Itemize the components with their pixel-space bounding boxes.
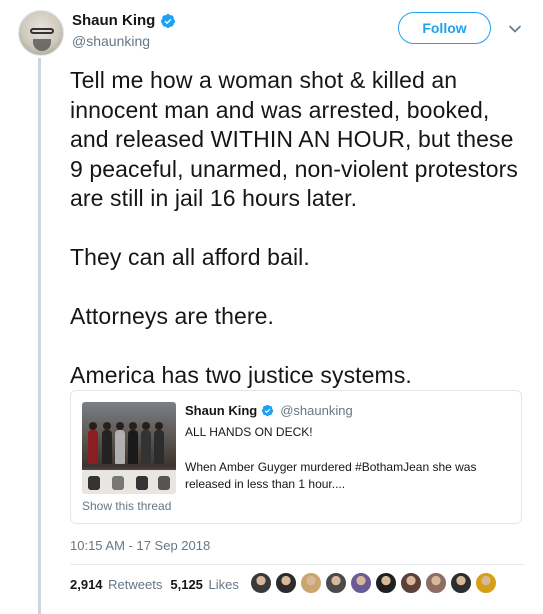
likes-count: 5,125 (170, 577, 203, 592)
show-thread-link[interactable]: Show this thread (82, 499, 171, 513)
liker-avatar[interactable] (250, 572, 272, 594)
photo-strip-figure (112, 476, 124, 490)
quoted-tweet-card[interactable]: Shaun King @shaunking ALL HANDS ON DECK!… (70, 390, 522, 524)
avatar-beard (33, 39, 51, 51)
liker-avatar[interactable] (275, 572, 297, 594)
liker-avatar[interactable] (375, 572, 397, 594)
quoted-tweet-line-2: When Amber Guyger murdered #BothamJean s… (185, 460, 477, 491)
verified-badge-icon (161, 13, 176, 28)
photo-strip-figure (136, 476, 148, 490)
verified-badge-icon (262, 404, 274, 417)
tweet-text: Tell me how a woman shot & killed an inn… (70, 67, 518, 388)
author-name[interactable]: Shaun King (72, 12, 155, 29)
author-row: Shaun King (72, 12, 176, 29)
liker-avatar[interactable] (325, 572, 347, 594)
likes-label: Likes (208, 577, 239, 592)
photo-person (128, 422, 138, 464)
photo-person (154, 422, 164, 464)
retweets-stat[interactable]: 2,914 Retweets (70, 577, 162, 592)
liker-avatar[interactable] (425, 572, 447, 594)
liker-avatar[interactable] (400, 572, 422, 594)
quoted-author-name[interactable]: Shaun King (185, 403, 257, 418)
liker-avatar[interactable] (300, 572, 322, 594)
quoted-author-handle[interactable]: @shaunking (280, 403, 352, 418)
likes-stat[interactable]: 5,125 Likes (170, 577, 239, 592)
photo-strip-figure (88, 476, 100, 490)
liker-avatar[interactable] (350, 572, 372, 594)
thread-line (38, 58, 41, 614)
divider (70, 564, 525, 565)
photo-person (88, 422, 98, 464)
photo-strip-figure (158, 476, 170, 490)
quoted-tweet-photo (82, 402, 176, 494)
photo-person (141, 422, 151, 464)
chevron-down-icon[interactable] (508, 22, 522, 36)
avatar[interactable] (18, 10, 64, 56)
tweet-stats: 2,914 Retweets 5,125 Likes (70, 577, 239, 592)
retweets-count: 2,914 (70, 577, 103, 592)
follow-button[interactable]: Follow (398, 12, 491, 44)
tweet-timestamp[interactable]: 10:15 AM - 17 Sep 2018 (70, 538, 210, 553)
quoted-author-row: Shaun King @shaunking (185, 403, 353, 418)
liker-avatar[interactable] (475, 572, 497, 594)
photo-strip (82, 470, 176, 494)
retweets-label: Retweets (108, 577, 163, 592)
avatar-glasses (30, 28, 54, 34)
liker-avatar[interactable] (450, 572, 472, 594)
author-handle[interactable]: @shaunking (72, 33, 150, 49)
likers-avatar-row (250, 572, 497, 594)
photo-person (102, 422, 112, 464)
photo-person (115, 422, 125, 464)
quoted-tweet-line-1: ALL HANDS ON DECK! (185, 425, 313, 439)
